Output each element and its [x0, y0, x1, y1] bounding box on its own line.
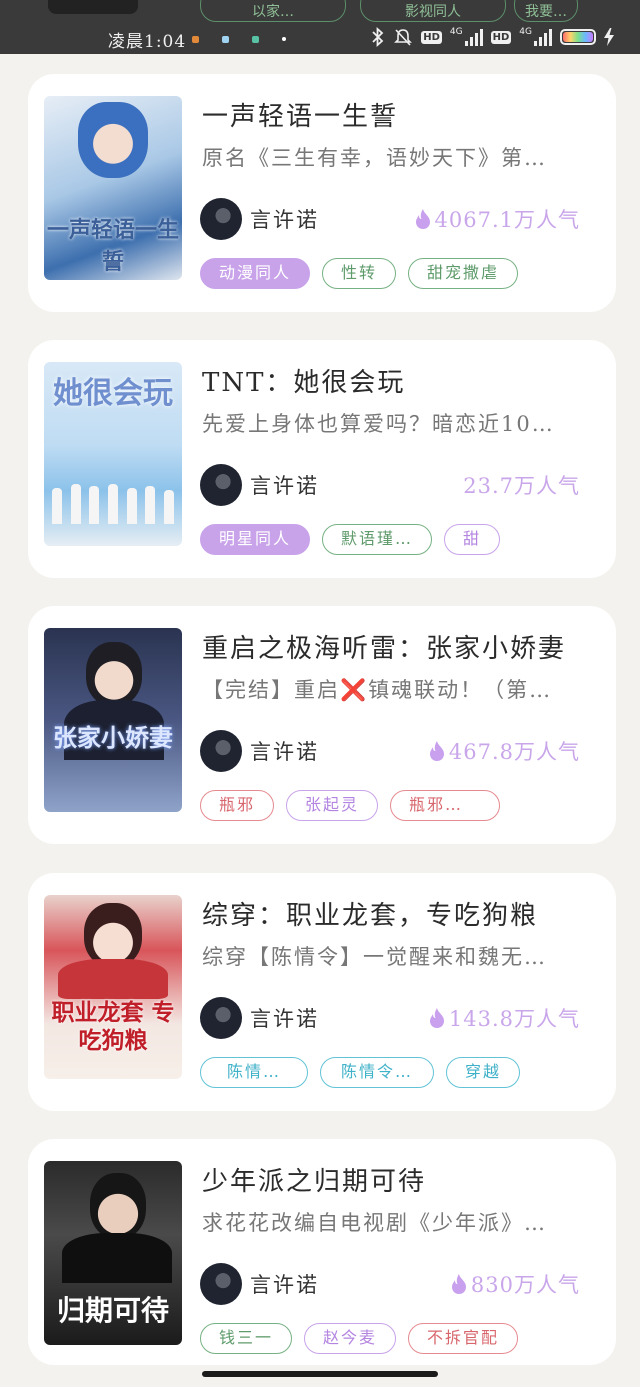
book-title[interactable]: 一声轻语一生誓	[202, 96, 602, 133]
tag[interactable]: 穿越	[446, 1057, 521, 1088]
popularity: 4067.1万人气	[415, 204, 580, 234]
author-name[interactable]: 言许诺	[250, 470, 319, 500]
hd-icon: HD	[490, 30, 512, 44]
flame-icon	[451, 1274, 466, 1294]
flame-icon	[429, 741, 444, 761]
author-name[interactable]: 言许诺	[250, 736, 319, 766]
charging-icon	[604, 28, 614, 46]
notification-icon	[282, 37, 286, 41]
book-description: 先爱上身体也算爱吗？暗恋近10…	[202, 412, 555, 436]
tag[interactable]: 明星同人	[200, 524, 311, 555]
tag-list: 陈情… 陈情令… 穿越	[200, 1057, 521, 1088]
tag-list: 明星同人 默语瑾… 甜	[200, 524, 501, 555]
tag[interactable]: 甜	[444, 524, 501, 555]
notification-icon	[192, 36, 199, 43]
book-card[interactable]: 张家小娇妻 重启之极海听雷：张家小娇妻 【完结】重启❌镇魂联动！（第… 言许诺 …	[28, 606, 616, 844]
author-name[interactable]: 言许诺	[250, 1003, 319, 1033]
previous-cover-thumbnail	[48, 0, 138, 14]
network-type-label: 4G	[449, 27, 463, 37]
previous-tag[interactable]: 影视同人	[360, 0, 506, 22]
author-name[interactable]: 言许诺	[250, 204, 319, 234]
previous-tag[interactable]: 以家…	[200, 0, 346, 22]
tag-list: 动漫同人 性转 甜宠撒虐	[200, 258, 519, 289]
status-time: 凌晨1:04	[108, 32, 187, 52]
tag[interactable]: 动漫同人	[200, 258, 311, 289]
author-avatar[interactable]	[200, 464, 242, 506]
tag[interactable]: 瓶邪…	[390, 790, 501, 821]
popularity: 467.8万人气	[429, 736, 580, 766]
tag[interactable]: 甜宠撒虐	[408, 258, 519, 289]
battery-icon	[560, 29, 596, 45]
tag[interactable]: 张起灵	[286, 790, 379, 821]
tag[interactable]: 钱三一	[200, 1323, 293, 1354]
book-title[interactable]: TNT：她很会玩	[202, 362, 602, 399]
home-indicator[interactable]	[202, 1371, 438, 1377]
popularity: 143.8万人气	[429, 1003, 580, 1033]
book-card[interactable]: 一声轻语一生誓 一声轻语一生誓 原名《三生有幸，语妙天下》第… 言许诺 4067…	[28, 74, 616, 312]
book-title[interactable]: 综穿：职业龙套，专吃狗粮	[202, 895, 602, 932]
mute-icon	[394, 29, 413, 46]
popularity: 23.7万人气	[463, 470, 580, 500]
network-type-label: 4G	[519, 27, 532, 37]
notification-icon	[222, 36, 229, 43]
book-title[interactable]: 重启之极海听雷：张家小娇妻	[202, 628, 602, 665]
book-cover[interactable]: 一声轻语一生誓	[44, 96, 182, 280]
flame-icon	[429, 1008, 444, 1028]
previous-tag[interactable]: 我要…	[514, 0, 578, 22]
book-description: 求花花改编自电视剧《少年派》…	[202, 1211, 547, 1235]
book-cover[interactable]: 她很会玩	[44, 362, 182, 546]
hd-icon: HD	[421, 30, 442, 44]
popularity: 830万人气	[451, 1269, 580, 1299]
author-name[interactable]: 言许诺	[250, 1269, 319, 1299]
book-description: 【完结】重启❌镇魂联动！（第…	[202, 678, 553, 702]
book-cover[interactable]: 归期可待	[44, 1161, 182, 1345]
author-avatar[interactable]	[200, 1263, 242, 1305]
tag[interactable]: 陈情…	[200, 1057, 309, 1088]
book-card[interactable]: 她很会玩 TNT：她很会玩 先爱上身体也算爱吗？暗恋近10… 言许诺 23.7万…	[28, 340, 616, 578]
popularity-value: 143.8万人气	[448, 1007, 580, 1031]
book-description: 原名《三生有幸，语妙天下》第…	[202, 146, 547, 170]
bluetooth-icon	[372, 27, 384, 47]
tag[interactable]: 陈情令…	[320, 1057, 435, 1088]
book-description: 综穿【陈情令】一觉醒来和魏无…	[202, 945, 547, 969]
cover-title: 一声轻语一生誓	[46, 217, 179, 275]
cover-title: 职业龙套 专吃狗粮	[51, 999, 175, 1054]
author-avatar[interactable]	[200, 997, 242, 1039]
popularity-value: 467.8万人气	[448, 740, 580, 764]
cover-title: 归期可待	[56, 1294, 169, 1327]
popularity-value: 4067.1万人气	[434, 208, 580, 232]
book-cover[interactable]: 职业龙套 专吃狗粮	[44, 895, 182, 1079]
flame-icon	[415, 209, 430, 229]
author-avatar[interactable]	[200, 730, 242, 772]
previous-card-strip: 以家… 影视同人 我要…	[0, 0, 640, 24]
book-card[interactable]: 归期可待 少年派之归期可待 求花花改编自电视剧《少年派》… 言许诺 830万人气…	[28, 1139, 616, 1365]
notification-icon	[252, 36, 259, 43]
signal-icon	[464, 28, 483, 46]
tag-list: 瓶邪 张起灵 瓶邪…	[200, 790, 501, 821]
tag[interactable]: 默语瑾…	[322, 524, 433, 555]
tag[interactable]: 性转	[322, 258, 397, 289]
book-title[interactable]: 少年派之归期可待	[202, 1161, 602, 1198]
cover-title: 张家小娇妻	[53, 723, 173, 752]
signal-icon	[534, 28, 552, 46]
book-card[interactable]: 职业龙套 专吃狗粮 综穿：职业龙套，专吃狗粮 综穿【陈情令】一觉醒来和魏无… 言…	[28, 873, 616, 1111]
book-cover[interactable]: 张家小娇妻	[44, 628, 182, 812]
tag[interactable]: 瓶邪	[200, 790, 275, 821]
popularity-value: 23.7万人气	[463, 474, 580, 498]
author-avatar[interactable]	[200, 198, 242, 240]
tag[interactable]: 不拆官配	[408, 1323, 519, 1354]
tag-list: 钱三一 赵今麦 不拆官配	[200, 1323, 519, 1354]
cover-title: 她很会玩	[53, 376, 173, 411]
popularity-value: 830万人气	[470, 1273, 580, 1297]
tag[interactable]: 赵今麦	[304, 1323, 397, 1354]
status-bar: 凌晨1:04 HD 4G HD 4G	[0, 24, 640, 54]
